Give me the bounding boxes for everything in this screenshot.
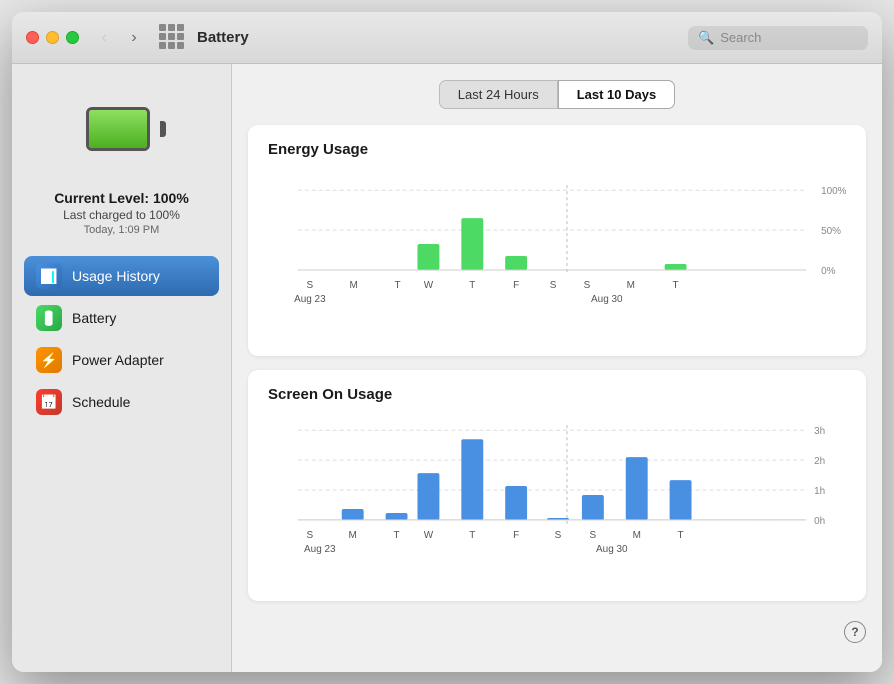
sidebar-item-usage-history[interactable]: 📊 Usage History <box>24 256 219 296</box>
back-button[interactable]: ‹ <box>91 28 117 48</box>
battery-fill <box>89 110 147 148</box>
battery-terminal <box>160 121 166 137</box>
close-button[interactable] <box>26 31 39 44</box>
svg-text:M: M <box>627 280 635 291</box>
svg-text:M: M <box>633 530 641 541</box>
svg-text:T: T <box>395 280 401 291</box>
svg-text:50%: 50% <box>821 226 841 237</box>
screen-bar-f1 <box>505 486 527 520</box>
sidebar-item-battery-label: Battery <box>72 310 116 326</box>
screen-bar-s2 <box>582 495 604 520</box>
battery-icon: 🔋 <box>36 305 62 331</box>
svg-text:T: T <box>678 530 684 541</box>
svg-text:0h: 0h <box>814 516 825 527</box>
nav-buttons: ‹ › <box>91 28 147 48</box>
battery-time-label: Today, 1:09 PM <box>54 224 189 236</box>
tab-last-24h[interactable]: Last 24 Hours <box>439 80 558 109</box>
svg-text:S: S <box>550 280 557 291</box>
search-input[interactable] <box>720 30 850 45</box>
tab-bar: Last 24 Hours Last 10 Days <box>248 80 866 109</box>
battery-icon-container <box>77 84 167 174</box>
svg-text:S: S <box>307 280 314 291</box>
svg-text:S: S <box>584 280 591 291</box>
svg-text:T: T <box>394 530 400 541</box>
energy-usage-title: Energy Usage <box>268 141 846 158</box>
traffic-lights <box>26 31 79 44</box>
maximize-button[interactable] <box>66 31 79 44</box>
battery-visual <box>86 107 158 151</box>
battery-info: Current Level: 100% Last charged to 100%… <box>54 190 189 236</box>
svg-text:W: W <box>424 530 434 541</box>
svg-text:Aug 23: Aug 23 <box>304 544 336 555</box>
energy-bar-m2 <box>665 264 687 270</box>
svg-text:W: W <box>424 280 434 291</box>
search-icon: 🔍 <box>698 30 714 46</box>
screen-usage-section: Screen On Usage 3h 2h 1h 0h <box>248 370 866 601</box>
screen-usage-chart: 3h 2h 1h 0h <box>268 415 846 585</box>
forward-button[interactable]: › <box>121 28 147 48</box>
energy-chart-svg: 100% 50% 0% <box>268 170 846 340</box>
screen-bar-t2 <box>670 480 692 520</box>
svg-text:M: M <box>349 530 357 541</box>
svg-text:3h: 3h <box>814 426 825 437</box>
sidebar-item-schedule-label: Schedule <box>72 394 130 410</box>
sidebar-item-battery[interactable]: 🔋 Battery <box>24 298 219 338</box>
schedule-icon: 📅 <box>36 389 62 415</box>
content-area: Current Level: 100% Last charged to 100%… <box>12 64 882 672</box>
app-grid-icon[interactable] <box>159 24 187 52</box>
tab-last-10d[interactable]: Last 10 Days <box>558 80 676 109</box>
minimize-button[interactable] <box>46 31 59 44</box>
sidebar: Current Level: 100% Last charged to 100%… <box>12 64 232 672</box>
svg-text:1h: 1h <box>814 486 825 497</box>
svg-text:S: S <box>590 530 597 541</box>
titlebar: ‹ › Battery 🔍 <box>12 12 882 64</box>
sidebar-item-schedule[interactable]: 📅 Schedule <box>24 382 219 422</box>
search-bar[interactable]: 🔍 <box>688 26 868 50</box>
screen-bar-t1-2 <box>461 439 483 520</box>
svg-text:M: M <box>350 280 358 291</box>
main-panel: Last 24 Hours Last 10 Days Energy Usage … <box>232 64 882 672</box>
screen-bar-t1-1 <box>386 513 408 520</box>
main-window: ‹ › Battery 🔍 <box>12 12 882 672</box>
svg-text:T: T <box>673 280 679 291</box>
svg-text:Aug 30: Aug 30 <box>591 294 623 305</box>
screen-chart-svg: 3h 2h 1h 0h <box>268 415 846 585</box>
battery-body <box>86 107 150 151</box>
svg-text:Aug 23: Aug 23 <box>294 294 326 305</box>
help-button-container: ? <box>248 615 866 643</box>
svg-text:0%: 0% <box>821 266 836 277</box>
svg-text:100%: 100% <box>821 186 846 197</box>
battery-level-label: Current Level: 100% <box>54 190 189 206</box>
energy-bar-t1 <box>461 218 483 270</box>
battery-charged-label: Last charged to 100% <box>54 208 189 222</box>
energy-usage-chart: 100% 50% 0% <box>268 170 846 340</box>
energy-bar-f1 <box>505 256 527 270</box>
sidebar-item-usage-history-label: Usage History <box>72 268 160 284</box>
energy-usage-section: Energy Usage 100% 50% 0% <box>248 125 866 356</box>
usage-history-icon: 📊 <box>36 263 62 289</box>
svg-text:2h: 2h <box>814 456 825 467</box>
svg-text:S: S <box>307 530 314 541</box>
screen-bar-m1 <box>342 509 364 520</box>
screen-bar-m2 <box>626 457 648 520</box>
sidebar-item-power-adapter[interactable]: ⚡ Power Adapter <box>24 340 219 380</box>
svg-text:T: T <box>469 530 475 541</box>
screen-usage-title: Screen On Usage <box>268 386 846 403</box>
svg-text:T: T <box>469 280 475 291</box>
power-adapter-icon: ⚡ <box>36 347 62 373</box>
svg-text:Aug 30: Aug 30 <box>596 544 628 555</box>
screen-bar-w1 <box>417 473 439 520</box>
window-title: Battery <box>197 29 688 46</box>
help-button[interactable]: ? <box>844 621 866 643</box>
sidebar-item-power-adapter-label: Power Adapter <box>72 352 164 368</box>
energy-bar-w1 <box>417 244 439 270</box>
svg-text:F: F <box>513 280 519 291</box>
sidebar-nav: 📊 Usage History 🔋 Battery ⚡ Power Adapte… <box>12 256 231 422</box>
svg-text:F: F <box>513 530 519 541</box>
svg-text:S: S <box>555 530 562 541</box>
